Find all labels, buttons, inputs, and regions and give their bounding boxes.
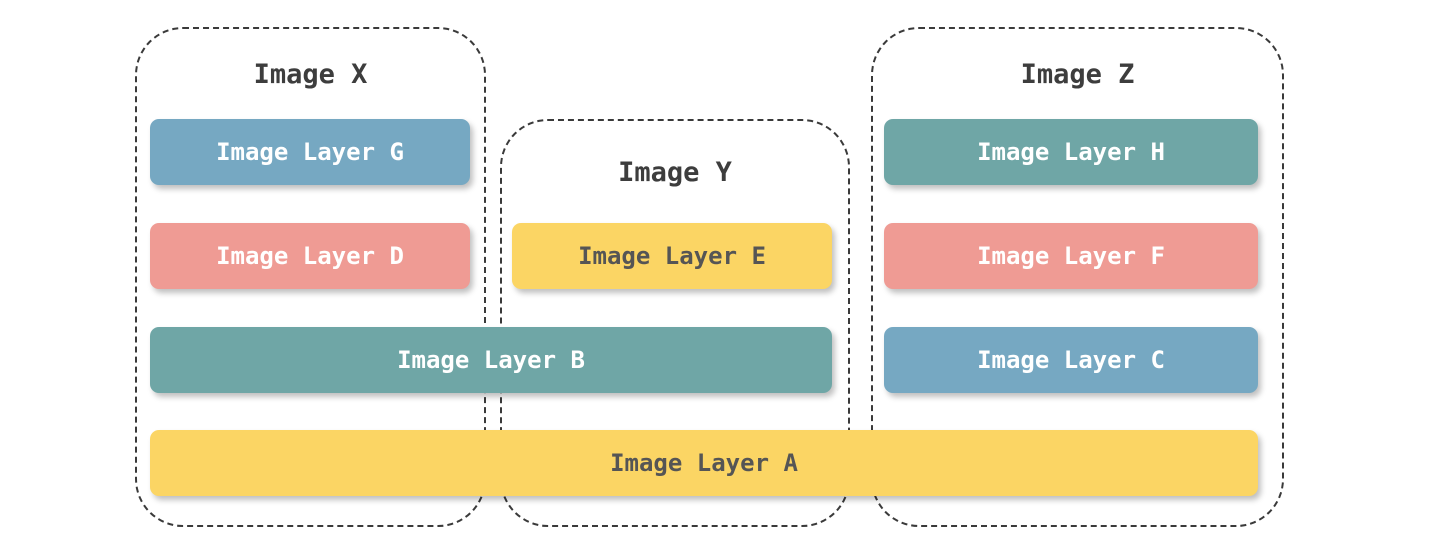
image-x-title: Image X: [253, 59, 368, 90]
image-layer-c: Image Layer C: [884, 327, 1258, 393]
image-layer-h: Image Layer H: [884, 119, 1258, 185]
image-layer-b: Image Layer B: [150, 327, 832, 393]
image-layer-f: Image Layer F: [884, 223, 1258, 289]
image-layer-e: Image Layer E: [512, 223, 832, 289]
image-z-title: Image Z: [1020, 59, 1135, 90]
image-layer-a: Image Layer A: [150, 430, 1258, 496]
image-layer-g: Image Layer G: [150, 119, 470, 185]
image-layer-d: Image Layer D: [150, 223, 470, 289]
image-y-title: Image Y: [618, 157, 732, 188]
